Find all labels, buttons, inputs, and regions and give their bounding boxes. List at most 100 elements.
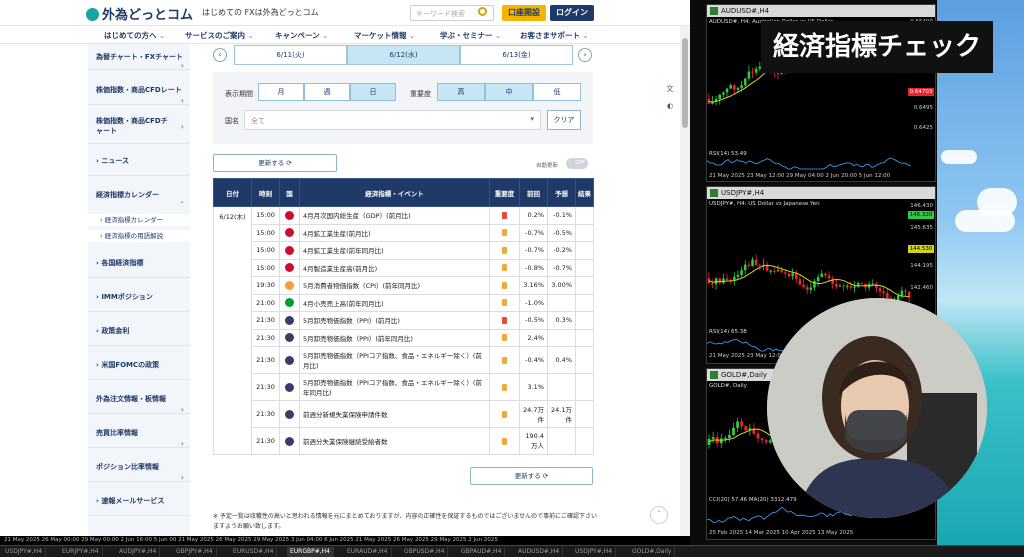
country-flag-icon — [285, 315, 294, 325]
period-month-button[interactable]: 月 — [258, 83, 304, 101]
cell-time: 21:00 — [251, 293, 280, 312]
chart-tab[interactable]: EURJPY#,H4 — [59, 547, 103, 557]
chart-window-icon — [710, 371, 718, 379]
chart-tab[interactable]: AUDUSD#,H4 — [515, 547, 564, 557]
candle-body — [787, 273, 791, 277]
scroll-to-top-button[interactable]: ˆ — [650, 506, 668, 524]
sidebar-item-country-indicators[interactable]: › 各国経済指標 — [88, 248, 190, 278]
cell-forecast: 24.1万件 — [547, 400, 576, 428]
date-tab-prev[interactable]: 6/11(火) — [234, 45, 347, 65]
sidebar-item-label: 米国FOMCの政策 — [101, 361, 160, 369]
col-importance: 重要度 — [489, 178, 520, 207]
chart-tab[interactable]: GBPJPY#,H4 — [173, 547, 217, 557]
chart-time-axis-strip: 21 May 2025 26 May 00:00 29 May 00:00 2 … — [0, 536, 690, 545]
sidebar-sub-label: 経済指標カレンダー — [104, 216, 164, 224]
sidebar-sub-calendar[interactable]: › 経済指標カレンダー — [88, 214, 190, 226]
candle-body — [743, 264, 747, 271]
table-row: 21:30 5月卸売物価指数（PPIコア指数、食品・エネルギー除く）(前年同月比)… — [214, 373, 594, 401]
nav-beginners[interactable]: はじめての方へ — [104, 30, 165, 41]
sidebar-item-cfd-rate[interactable]: 株価指数・商品CFDレート › — [88, 75, 190, 105]
sidebar-item-label: IMMポジション — [101, 293, 153, 301]
edge-assistant-icon[interactable]: ◐ — [662, 102, 678, 120]
sidebar-item-econ-calendar[interactable]: 経済指標カレンダー ˆ — [88, 180, 190, 210]
chart-tab[interactable]: USDJPY#,H4 — [2, 547, 47, 557]
chart-tab[interactable]: GBPAUD#,H4 — [458, 547, 506, 557]
nav-campaign[interactable]: キャンペーン — [275, 30, 328, 41]
col-event: 経済指標・イベント — [299, 178, 490, 207]
sidebar-item-position-ratio[interactable]: ポジション比率情報 › — [88, 452, 190, 482]
chart-tab[interactable]: USDJPY#,H4 — [572, 547, 617, 557]
sidebar-item-news[interactable]: › ニュース — [88, 146, 190, 176]
country-flag-icon — [285, 436, 294, 446]
candle-body — [845, 285, 849, 287]
candle-body — [711, 437, 715, 439]
cell-result — [575, 241, 594, 260]
candle-body — [754, 259, 758, 266]
cell-country — [279, 400, 300, 428]
login-button[interactable]: ログイン — [550, 5, 594, 21]
importance-icon — [502, 410, 507, 418]
sidebar-sub-glossary[interactable]: › 経済指標の用語解説 — [88, 230, 190, 242]
date-tab-current[interactable]: 6/12(水) — [347, 45, 460, 65]
row-date: 6/12(木) — [213, 206, 252, 455]
chart-tab[interactable]: GOLD#,Daily — [629, 547, 676, 557]
country-select[interactable]: 全て ▾ — [244, 110, 541, 130]
sidebar-item-mail-service[interactable]: › 速報メールサービス — [88, 486, 190, 516]
auto-update-toggle[interactable]: OFF — [566, 158, 588, 169]
cell-country — [279, 223, 300, 242]
cell-event: 4月製造業生産高(前月比) — [299, 258, 490, 277]
importance-low-button[interactable]: 低 — [533, 83, 581, 101]
importance-icon — [502, 316, 507, 324]
sidebar-item-fx-chart[interactable]: 為替チャート・FXチャート › — [88, 44, 190, 70]
scrollbar-thumb[interactable] — [682, 38, 688, 128]
nav-services[interactable]: サービスのご案内 — [185, 30, 254, 41]
sidebar-item-label: 為替チャート・FXチャート — [96, 53, 184, 61]
country-label: 国名 — [225, 117, 239, 125]
translate-icon[interactable]: 文 — [662, 84, 678, 102]
update-button-top[interactable]: 更新する ⟳ — [213, 154, 337, 172]
sidebar-item-policy-rate[interactable]: › 政策金利 — [88, 316, 190, 346]
sidebar-item-imm[interactable]: › IMMポジション — [88, 282, 190, 312]
cell-event: 4月小売売上高(前年同月比) — [299, 293, 490, 312]
candle-body — [733, 276, 736, 281]
prev-date-button[interactable]: ‹ — [213, 48, 227, 62]
col-date: 日付 — [213, 178, 252, 207]
clear-button[interactable]: クリア — [547, 110, 581, 130]
update-button-bottom[interactable]: 更新する ⟳ — [470, 467, 593, 485]
chart-tab[interactable]: AUDJPY#,H4 — [116, 547, 161, 557]
chart-tab[interactable]: EURAUD#,H4 — [344, 547, 392, 557]
sidebar-item-fomc[interactable]: › 米国FOMCの政策 — [88, 350, 190, 380]
chevron-right-icon: › — [583, 50, 587, 59]
table-row: 21:00 4月小売売上高(前年同月比) -1.0% — [214, 293, 594, 312]
sidebar-sub-label: 経済指標の用語解説 — [104, 232, 164, 240]
cell-time: 15:00 — [251, 241, 280, 260]
chart-tab[interactable]: EURUSD#,H4 — [230, 547, 278, 557]
cell-country — [279, 328, 300, 347]
nav-learn-seminar[interactable]: 学ぶ・セミナー — [440, 30, 501, 41]
sidebar-item-trade-ratio[interactable]: 売買比率情報 › — [88, 418, 190, 448]
sidebar-item-label: 経済指標カレンダー — [96, 191, 159, 199]
sidebar-item-cfd-chart[interactable]: 株価指数・商品CFDチャート › — [88, 108, 190, 144]
chart-tab[interactable]: GBPUSD#,H4 — [401, 547, 449, 557]
period-week-button[interactable]: 週 — [304, 83, 350, 101]
chart-tab[interactable]: EURGBP#,H4 — [287, 547, 334, 557]
cell-result — [575, 346, 594, 374]
chart-subtitle: GOLD#, Daily — [709, 383, 747, 389]
period-day-button[interactable]: 日 — [350, 83, 396, 101]
search-icon[interactable] — [478, 7, 487, 16]
nav-support[interactable]: お客さまサポート — [520, 30, 589, 41]
cell-country — [279, 293, 300, 312]
next-date-button[interactable]: › — [578, 48, 592, 62]
cell-time: 21:30 — [251, 400, 280, 428]
open-account-button[interactable]: 口座開設 — [502, 5, 546, 21]
candle-body — [831, 278, 834, 285]
importance-mid-button[interactable]: 中 — [485, 83, 533, 101]
date-tab-next[interactable]: 6/13(金) — [460, 45, 573, 65]
sidebar-item-order-book[interactable]: 外為注文情報・板情報 › — [88, 384, 190, 414]
chevron-left-icon: ‹ — [218, 50, 222, 59]
site-logo[interactable]: 外為どっとコム — [86, 4, 193, 23]
cell-importance — [489, 241, 520, 260]
nav-market-info[interactable]: マーケット情報 — [354, 30, 415, 41]
cell-importance — [489, 373, 520, 401]
importance-high-button[interactable]: 高 — [437, 83, 485, 101]
